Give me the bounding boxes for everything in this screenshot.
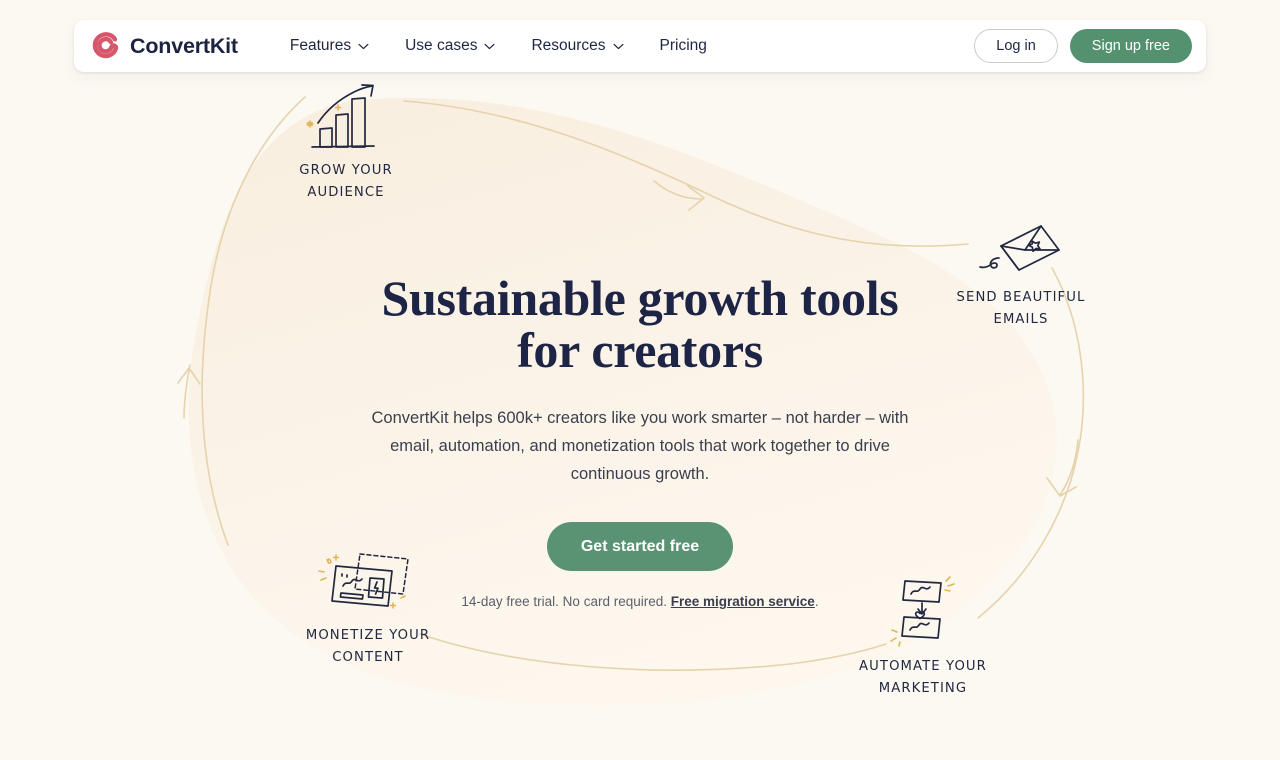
nav-item-label: Resources (531, 37, 606, 54)
callout-label: AUTOMATE YOUR MARKETING (859, 659, 987, 696)
page-title: Sustainable growth tools for creators (382, 272, 899, 376)
chevron-down-icon (484, 43, 495, 49)
convertkit-circle-logo-icon (92, 32, 119, 59)
get-started-free-button[interactable]: Get started free (546, 522, 734, 571)
free-migration-service-link[interactable]: Free migration service (671, 594, 815, 609)
nav-item-label: Pricing (659, 37, 707, 54)
brand-logo-link[interactable]: ConvertKit (92, 32, 238, 60)
page-title-line-2: for creators (517, 322, 763, 378)
landing-page: ConvertKit Features Use cases Resources (0, 0, 1280, 760)
nav-item-pricing[interactable]: Pricing (642, 29, 725, 63)
nav-links: Features Use cases Resources Pricing (272, 29, 725, 63)
page-title-line-1: Sustainable growth tools (381, 270, 899, 326)
flow-arc-bottom (419, 633, 887, 671)
login-button[interactable]: Log in (974, 29, 1058, 63)
flow-arc-top (403, 100, 969, 247)
cta-note-prefix: 14-day free trial. No card required. (461, 594, 671, 609)
signup-button[interactable]: Sign up free (1069, 29, 1192, 63)
callout-label: MONETIZE YOUR CONTENT (305, 628, 431, 665)
nav-actions: Log in Sign up free (974, 29, 1192, 63)
nav-item-label: Use cases (405, 37, 478, 54)
envelope-icon (979, 225, 1060, 271)
cta-note: 14-day free trial. No card required. Fre… (461, 594, 818, 609)
hero-section: Sustainable growth tools for creators Co… (0, 0, 1280, 760)
product-card-icon (318, 553, 409, 609)
bar-chart-growth-icon (306, 84, 375, 148)
flow-arrow-right (1046, 439, 1079, 497)
chevron-down-icon (358, 43, 369, 49)
callout-automate-your-marketing: AUTOMATE YOUR MARKETING (828, 575, 1018, 700)
callout-send-beautiful-emails: SEND BEAUTIFUL EMAILS (926, 216, 1116, 331)
nav-item-resources[interactable]: Resources (513, 29, 641, 63)
automation-boxes-icon (890, 576, 955, 647)
brand-name: ConvertKit (130, 33, 238, 58)
hero-background-illustration (177, 96, 1085, 706)
hero-subtitle: ConvertKit helps 600k+ creators like you… (371, 409, 909, 483)
nav-item-features[interactable]: Features (272, 29, 387, 63)
main-navigation: ConvertKit Features Use cases Resources (74, 20, 1206, 72)
nav-item-use-cases[interactable]: Use cases (387, 29, 513, 63)
cta-note-suffix: . (814, 594, 819, 609)
callout-label: GROW YOUR AUDIENCE (299, 163, 393, 200)
callout-monetize-your-content: MONETIZE YOUR CONTENT (273, 548, 463, 669)
flow-arrow-top (653, 180, 705, 211)
callout-label: SEND BEAUTIFUL EMAILS (956, 290, 1086, 327)
flow-arrow-left (177, 364, 201, 419)
chevron-down-icon (613, 43, 624, 49)
callout-grow-your-audience: GROW YOUR AUDIENCE (251, 83, 441, 204)
nav-item-label: Features (289, 37, 352, 54)
